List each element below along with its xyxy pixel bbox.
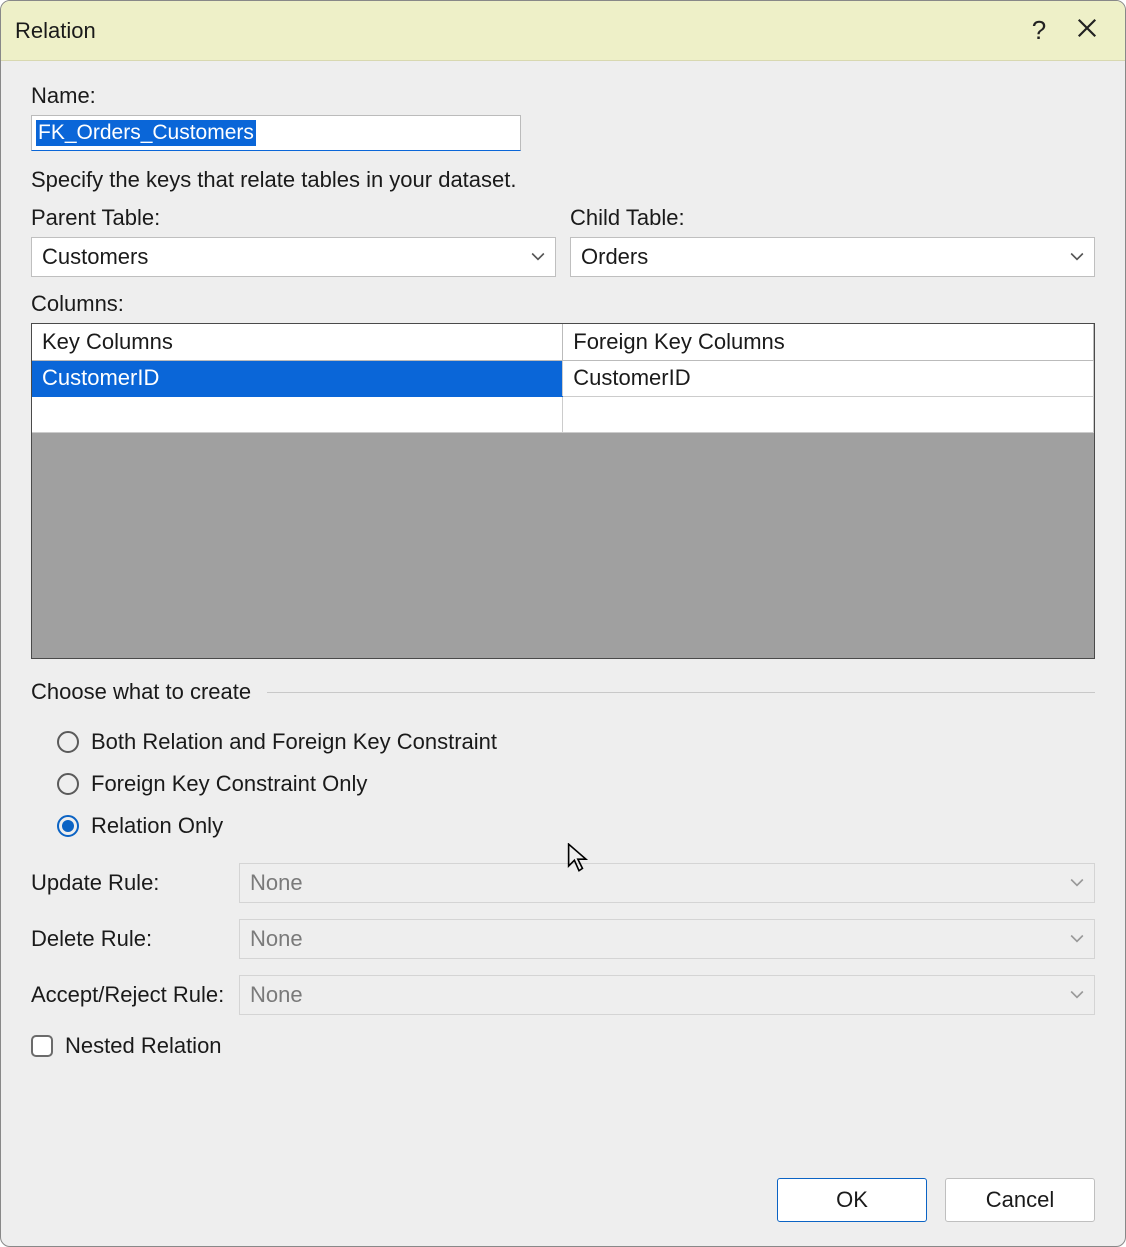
columns-grid[interactable]: Key Columns Foreign Key Columns Customer…	[31, 323, 1095, 659]
table-row[interactable]	[32, 396, 1094, 432]
chevron-down-icon	[1070, 876, 1084, 890]
update-rule-label: Update Rule:	[31, 870, 239, 896]
parent-table-label: Parent Table:	[31, 205, 556, 231]
close-button[interactable]	[1063, 7, 1111, 55]
key-column-cell[interactable]	[32, 396, 563, 432]
checkbox-icon	[31, 1035, 53, 1057]
key-columns-header[interactable]: Key Columns	[32, 324, 563, 360]
name-input[interactable]: FK_Orders_Customers	[31, 115, 521, 151]
ok-button-label: OK	[836, 1187, 868, 1213]
chevron-down-icon	[1070, 250, 1084, 264]
choose-group-header: Choose what to create	[31, 679, 1095, 705]
radio-label: Foreign Key Constraint Only	[91, 771, 367, 797]
close-icon	[1076, 15, 1098, 46]
ok-button[interactable]: OK	[777, 1178, 927, 1222]
cancel-button[interactable]: Cancel	[945, 1178, 1095, 1222]
fk-columns-header[interactable]: Foreign Key Columns	[563, 324, 1094, 360]
radio-fk-only[interactable]: Foreign Key Constraint Only	[31, 763, 1095, 805]
radio-both[interactable]: Both Relation and Foreign Key Constraint	[31, 721, 1095, 763]
cancel-button-label: Cancel	[986, 1187, 1054, 1213]
delete-rule-label: Delete Rule:	[31, 926, 239, 952]
parent-table-combo[interactable]: Customers	[31, 237, 556, 277]
chevron-down-icon	[1070, 932, 1084, 946]
parent-table-value: Customers	[42, 244, 148, 270]
choose-group-title: Choose what to create	[31, 679, 251, 705]
name-input-value: FK_Orders_Customers	[36, 120, 256, 146]
delete-rule-combo: None	[239, 919, 1095, 959]
radio-icon	[57, 731, 79, 753]
accept-rule-combo: None	[239, 975, 1095, 1015]
child-table-combo[interactable]: Orders	[570, 237, 1095, 277]
delete-rule-value: None	[250, 926, 303, 952]
radio-relation-only[interactable]: Relation Only	[31, 805, 1095, 847]
radio-icon	[57, 815, 79, 837]
nested-relation-label: Nested Relation	[65, 1033, 222, 1059]
child-table-label: Child Table:	[570, 205, 1095, 231]
chevron-down-icon	[531, 250, 545, 264]
instruction-text: Specify the keys that relate tables in y…	[31, 167, 1095, 193]
divider	[267, 692, 1095, 693]
update-rule-combo: None	[239, 863, 1095, 903]
accept-rule-value: None	[250, 982, 303, 1008]
chevron-down-icon	[1070, 988, 1084, 1002]
key-column-cell[interactable]: CustomerID	[32, 360, 563, 396]
table-row[interactable]: CustomerID CustomerID	[32, 360, 1094, 396]
radio-label: Both Relation and Foreign Key Constraint	[91, 729, 497, 755]
radio-label: Relation Only	[91, 813, 223, 839]
relation-dialog: Relation ? Name: FK_Orders_Customers Spe…	[0, 0, 1126, 1247]
nested-relation-checkbox[interactable]: Nested Relation	[31, 1033, 1095, 1059]
title-bar: Relation ?	[1, 1, 1125, 61]
fk-column-cell[interactable]	[563, 396, 1094, 432]
child-table-value: Orders	[581, 244, 648, 270]
help-icon: ?	[1032, 15, 1046, 46]
help-button[interactable]: ?	[1015, 7, 1063, 55]
accept-rule-label: Accept/Reject Rule:	[31, 982, 239, 1008]
update-rule-value: None	[250, 870, 303, 896]
window-title: Relation	[15, 18, 1015, 44]
columns-label: Columns:	[31, 291, 1095, 317]
fk-column-cell[interactable]: CustomerID	[563, 360, 1094, 396]
radio-icon	[57, 773, 79, 795]
name-label: Name:	[31, 83, 1095, 109]
